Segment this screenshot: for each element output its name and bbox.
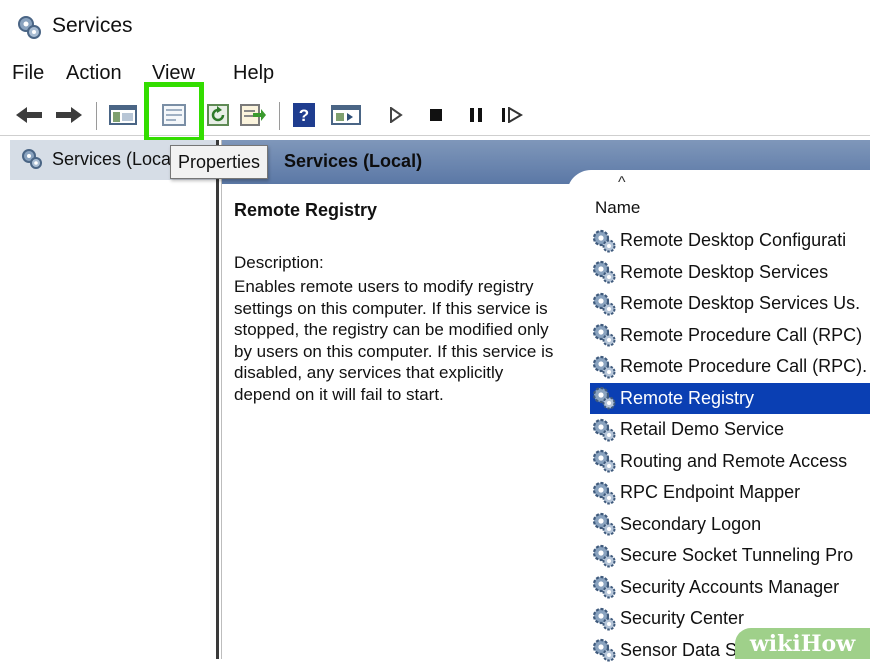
console-tree-pane: Services (Local): [10, 140, 219, 659]
stop-service-button[interactable]: [424, 95, 448, 135]
service-row[interactable]: Remote Desktop Services: [590, 257, 870, 289]
resume-service-button[interactable]: [498, 95, 526, 135]
service-gear-icon: [590, 384, 618, 412]
service-gear-icon: [590, 321, 618, 349]
service-row[interactable]: Secure Socket Tunneling Pro: [590, 540, 870, 572]
pause-icon: [469, 107, 483, 123]
console-tree-icon: [109, 104, 137, 126]
export-list-button[interactable]: [236, 95, 270, 135]
service-row[interactable]: Security Accounts Manager: [590, 572, 870, 604]
help-button[interactable]: ?: [288, 95, 320, 135]
service-gear-icon: [590, 447, 618, 475]
service-name: Remote Desktop Services: [620, 262, 828, 283]
service-row[interactable]: Remote Registry: [590, 383, 870, 415]
menu-file[interactable]: File: [12, 62, 44, 85]
services-details-pane: Services (Local) Remote Registry Descrip…: [221, 140, 870, 659]
resume-icon: [501, 107, 523, 123]
service-gear-icon: [590, 290, 618, 318]
service-name: Secondary Logon: [620, 514, 761, 535]
service-gear-icon: [590, 258, 618, 286]
forward-button[interactable]: [52, 95, 86, 135]
refresh-icon: [206, 103, 230, 127]
service-name: Security Accounts Manager: [620, 577, 839, 598]
toolbar-separator: [96, 102, 97, 130]
column-header-name[interactable]: Name: [595, 198, 640, 218]
forward-arrow-icon: [54, 105, 84, 125]
toolbar: ?: [0, 95, 870, 136]
service-gear-icon: [590, 479, 618, 507]
service-name: Retail Demo Service: [620, 419, 784, 440]
service-name: Remote Procedure Call (RPC): [620, 325, 862, 346]
service-name: Remote Desktop Configurati: [620, 230, 846, 251]
service-name: Remote Procedure Call (RPC).: [620, 356, 867, 377]
service-row[interactable]: Remote Desktop Configurati: [590, 225, 870, 257]
toolbar-separator: [279, 102, 280, 130]
refresh-button[interactable]: [203, 95, 233, 135]
service-row[interactable]: Secondary Logon: [590, 509, 870, 541]
service-row[interactable]: Remote Procedure Call (RPC): [590, 320, 870, 352]
stop-icon: [429, 108, 443, 122]
svg-text:?: ?: [299, 106, 309, 125]
console-view-icon: [331, 104, 361, 126]
service-name: Secure Socket Tunneling Pro: [620, 545, 853, 566]
menu-action[interactable]: Action: [66, 62, 122, 85]
export-list-icon: [239, 103, 267, 127]
service-row[interactable]: RPC Endpoint Mapper: [590, 477, 870, 509]
console-view-button[interactable]: [328, 95, 364, 135]
service-row[interactable]: Retail Demo Service: [590, 414, 870, 446]
service-name: Remote Registry: [620, 388, 754, 409]
description-label: Description:: [234, 253, 324, 273]
service-row[interactable]: Routing and Remote Access: [590, 446, 870, 478]
start-service-button[interactable]: [384, 95, 408, 135]
standard-list-tab: [567, 170, 870, 200]
service-gear-icon: [590, 510, 618, 538]
watermark-logo: wikiHow: [750, 631, 855, 657]
service-description: Enables remote users to modify registry …: [234, 276, 564, 405]
properties-highlight-box: [144, 82, 204, 142]
service-gear-icon: [590, 227, 618, 255]
service-gear-icon: [590, 353, 618, 381]
service-gear-icon: [590, 605, 618, 633]
service-row[interactable]: Remote Procedure Call (RPC).: [590, 351, 870, 383]
help-icon: ?: [292, 102, 316, 128]
play-icon: [389, 107, 403, 123]
pane-header-title: Services (Local): [284, 151, 422, 172]
services-gear-icon: [20, 147, 44, 171]
title-bar: Services: [0, 0, 870, 50]
service-gear-icon: [590, 636, 618, 664]
service-gear-icon: [590, 542, 618, 570]
watermark: wikiHow: [735, 628, 870, 659]
service-gear-icon: [590, 573, 618, 601]
service-gear-icon: [590, 416, 618, 444]
service-name: Security Center: [620, 608, 744, 629]
services-list: Remote Desktop Configurati Remote Desktop…: [590, 225, 870, 666]
window-title: Services: [52, 14, 133, 38]
service-name: Routing and Remote Access: [620, 451, 847, 472]
service-name: RPC Endpoint Mapper: [620, 482, 800, 503]
back-arrow-icon: [14, 105, 44, 125]
service-row[interactable]: Remote Desktop Services Us.: [590, 288, 870, 320]
selected-service-title: Remote Registry: [234, 200, 377, 221]
sort-ascending-icon: ^: [618, 174, 626, 192]
menu-bar: File Action View Help: [0, 58, 870, 90]
back-button[interactable]: [12, 95, 46, 135]
pause-service-button[interactable]: [464, 95, 488, 135]
properties-tooltip: Properties: [170, 145, 268, 179]
menu-help[interactable]: Help: [233, 62, 274, 85]
services-gear-icon: [16, 14, 42, 40]
service-name: Remote Desktop Services Us.: [620, 293, 860, 314]
show-hide-console-tree-button[interactable]: [106, 95, 140, 135]
